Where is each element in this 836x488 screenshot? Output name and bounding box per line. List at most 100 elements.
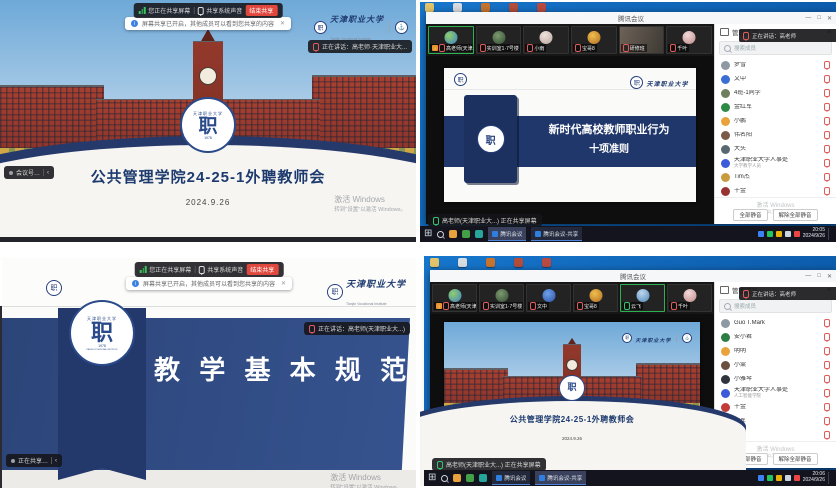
muted-mic-icon[interactable]	[824, 145, 830, 153]
member-row[interactable]: 梦雪	[715, 58, 836, 72]
unmute-all-button[interactable]: 解除全部静音	[773, 209, 818, 221]
system-tray[interactable]: 20:06 2024/9/26	[758, 472, 832, 484]
sharing-indicator-pill[interactable]: 高老师(天津职业大...) 正在共享屏幕	[428, 214, 542, 227]
taskbar-app-meeting[interactable]: 腾讯会议	[492, 471, 530, 485]
muted-mic-icon[interactable]	[824, 187, 830, 195]
video-tile[interactable]: !高老师(天津职...	[428, 26, 474, 54]
muted-mic-icon[interactable]	[824, 103, 830, 111]
member-row[interactable]: 小棠	[715, 358, 836, 372]
member-row[interactable]: 天津职业大学人事处大学教学人员	[715, 156, 836, 170]
member-row[interactable]: 小雅琴	[715, 372, 836, 386]
start-button[interactable]: ⊞	[424, 229, 432, 239]
tray-icon[interactable]	[758, 231, 764, 237]
muted-mic-icon[interactable]	[824, 333, 830, 341]
desktop-icon[interactable]	[458, 258, 467, 267]
taskbar-search-icon[interactable]	[441, 475, 448, 482]
meeting-floating-pill[interactable]: 正在共享… ‹	[6, 454, 62, 467]
muted-mic-icon[interactable]	[824, 361, 830, 369]
muted-mic-icon[interactable]	[824, 389, 830, 397]
desktop-icons[interactable]	[430, 258, 551, 267]
member-row[interactable]: 4班-1同学	[715, 86, 836, 100]
video-tile[interactable]: 千叶	[667, 284, 712, 312]
desktop-icon[interactable]	[542, 258, 551, 267]
muted-mic-icon[interactable]	[824, 75, 830, 83]
mute-all-button[interactable]: 全部静音	[733, 209, 767, 221]
minimize-button[interactable]: —	[805, 273, 811, 279]
meeting-floating-pill[interactable]: 会议号… ‹	[4, 166, 54, 179]
desktop-icon[interactable]	[514, 258, 523, 267]
tray-icon[interactable]	[776, 475, 782, 481]
member-row[interactable]: Tim杰	[715, 170, 836, 184]
search-member-input[interactable]: 搜索成员	[719, 41, 832, 55]
muted-mic-icon[interactable]	[824, 89, 830, 97]
taskbar-search-icon[interactable]	[437, 231, 444, 238]
windows-taskbar[interactable]: ⊞ 腾讯会议 腾讯会议-共享 20:05 2024/9/26	[420, 226, 836, 242]
screen-share-toolbar[interactable]: 您正在共享屏幕 共享系统声音 结束共享	[135, 262, 284, 277]
pinned-app-icon[interactable]	[453, 474, 461, 482]
tray-icon[interactable]	[794, 475, 800, 481]
muted-mic-icon[interactable]	[824, 431, 830, 439]
taskbar-clock[interactable]: 20:05 2024/9/26	[803, 228, 825, 240]
end-share-button[interactable]: 结束共享	[245, 5, 277, 16]
taskbar-clock[interactable]: 20:06 2024/9/26	[803, 472, 825, 484]
tray-icon[interactable]	[785, 231, 791, 237]
taskbar-app-share[interactable]: 腾讯会议-共享	[531, 227, 582, 241]
muted-mic-icon[interactable]	[824, 417, 830, 425]
maximize-button[interactable]: □	[817, 15, 821, 21]
sharing-indicator-pill[interactable]: 高老师(天津职业大...) 正在共享屏幕	[432, 458, 546, 471]
system-tray[interactable]: 20:05 2024/9/26	[758, 228, 832, 240]
member-row[interactable]: 金红军	[715, 100, 836, 114]
muted-mic-icon[interactable]	[824, 61, 830, 69]
desktop-icon[interactable]	[486, 258, 495, 267]
pinned-app-icon[interactable]	[462, 230, 470, 238]
video-tile[interactable]: 实训室1·7号楼	[479, 284, 524, 312]
window-controls[interactable]: — □ ✕	[805, 12, 832, 24]
unmute-all-button[interactable]: 解除全部静音	[773, 453, 818, 465]
muted-mic-icon[interactable]	[824, 375, 830, 383]
search-member-input[interactable]: 搜索成员	[719, 299, 832, 313]
video-tile[interactable]: 千叶	[666, 26, 712, 54]
member-row[interactable]: 明明	[715, 344, 836, 358]
show-desktop-button[interactable]	[828, 228, 832, 240]
desktop-icons[interactable]	[425, 3, 546, 12]
member-row[interactable]: 文中	[715, 72, 836, 86]
video-tile[interactable]: !高老师(天津...	[432, 284, 477, 312]
muted-mic-icon[interactable]	[824, 117, 830, 125]
video-tile[interactable]: 文中	[526, 284, 571, 312]
pinned-app-icon[interactable]	[479, 474, 487, 482]
taskbar-app-meeting[interactable]: 腾讯会议	[488, 227, 526, 241]
desktop-icon[interactable]	[430, 258, 439, 267]
member-row[interactable]: 千金	[715, 184, 836, 198]
muted-mic-icon[interactable]	[824, 319, 830, 327]
video-tile[interactable]: 宝哥8	[573, 284, 618, 312]
desktop-icon[interactable]	[509, 3, 518, 12]
member-row[interactable]: 大头	[715, 142, 836, 156]
muted-mic-icon[interactable]	[824, 131, 830, 139]
taskbar-app-share[interactable]: 腾讯会议-共享	[535, 471, 586, 485]
muted-mic-icon[interactable]	[824, 173, 830, 181]
member-row[interactable]: 安小君	[715, 330, 836, 344]
tray-icon[interactable]	[785, 475, 791, 481]
desktop-icon[interactable]	[537, 3, 546, 12]
share-notice-banner[interactable]: i 屏幕共享已开启，其他成员可以看到您共享的内容 ✕	[126, 277, 292, 290]
pinned-app-icon[interactable]	[466, 474, 474, 482]
pinned-app-icon[interactable]	[449, 230, 457, 238]
desktop-icon[interactable]	[425, 3, 434, 12]
tray-icon[interactable]	[794, 231, 800, 237]
share-notice-banner[interactable]: i 屏幕共享已开启，其他成员可以看到您共享的内容 ✕	[125, 17, 291, 30]
collapse-chevron-icon[interactable]: ‹	[47, 170, 49, 176]
muted-mic-icon[interactable]	[824, 159, 830, 167]
video-tile[interactable]: 云飞	[620, 284, 665, 312]
video-tile[interactable]: 宝哥8	[571, 26, 617, 54]
maximize-button[interactable]: □	[817, 273, 821, 279]
tray-icon[interactable]	[767, 231, 773, 237]
show-desktop-button[interactable]	[828, 472, 832, 484]
window-controls[interactable]: — □ ✕	[805, 270, 832, 282]
muted-mic-icon[interactable]	[824, 403, 830, 411]
close-icon[interactable]: ✕	[280, 20, 285, 27]
video-tile[interactable]: 实训室1·7号楼	[476, 26, 522, 54]
start-button[interactable]: ⊞	[428, 473, 436, 483]
member-list[interactable]: 梦雪 文中 4班-1同学 金红军 小鹏 伟名阳 大头 天津职业大学人事处大学教学…	[715, 58, 836, 198]
member-row[interactable]: 伟名阳	[715, 128, 836, 142]
windows-taskbar[interactable]: ⊞ 腾讯会议 腾讯会议-共享 20:06 2024/9/26	[424, 470, 836, 486]
